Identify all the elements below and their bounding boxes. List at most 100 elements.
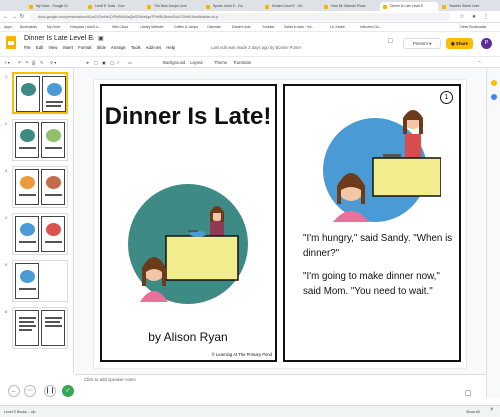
- transition-button[interactable]: Transition: [233, 59, 251, 66]
- browser-tab-active[interactable]: Dinner is Late Level E: [380, 2, 438, 11]
- reload-icon[interactable]: ↻: [18, 13, 26, 21]
- star-icon[interactable]: ☆: [90, 35, 95, 42]
- bookmark-item[interactable]: Other Bookmarks: [460, 24, 486, 31]
- document-title[interactable]: Dinner Is Late Level E: [24, 35, 93, 42]
- comment-add-icon[interactable]: ▭: [128, 59, 132, 66]
- bookmark-item[interactable]: Eastern Arts: [232, 24, 250, 31]
- menu-slide[interactable]: Slide: [97, 45, 106, 50]
- bookmark-item[interactable]: Interview Gu...: [360, 24, 382, 31]
- move-folder-icon[interactable]: ▣: [98, 35, 104, 42]
- slide-number: 1: [5, 74, 8, 79]
- slides-icon: [324, 4, 328, 9]
- browser-tab[interactable]: Kristen Level E - Go: [262, 2, 320, 11]
- last-edit-link[interactable]: Last edit was made 2 days ago by Bonnie …: [211, 45, 301, 50]
- browser-tab[interactable]: Sports Level E - Go: [203, 2, 261, 11]
- done-check-icon[interactable]: ✓: [62, 385, 74, 397]
- slide-number: 3: [5, 168, 8, 173]
- download-item[interactable]: Level E Books ...zip: [4, 408, 74, 416]
- bookmark-item[interactable]: Calendar: [207, 24, 221, 31]
- back-control-icon[interactable]: ←: [8, 385, 20, 397]
- bookmark-item[interactable]: Bookmarks: [20, 24, 37, 31]
- bookmark-item[interactable]: Lit, Kindle: [330, 24, 345, 31]
- bookmark-item[interactable]: My Drive: [47, 24, 60, 31]
- close-icon[interactable]: ×: [490, 407, 494, 413]
- menu-edit[interactable]: Edit: [36, 45, 43, 50]
- browser-tab[interactable]: Level E Tools - Goo: [85, 2, 143, 11]
- background-button[interactable]: Background: [163, 59, 185, 66]
- forward-icon[interactable]: →: [10, 13, 18, 21]
- bookmark-item[interactable]: Hotspace | Adult Li...: [70, 24, 101, 31]
- slide-thumbnail[interactable]: [12, 119, 68, 161]
- menu-view[interactable]: View: [48, 45, 57, 50]
- image-icon[interactable]: ▣: [102, 59, 106, 66]
- slide[interactable]: Dinner Is Late! by Alison Ryan © Learnin…: [94, 80, 466, 368]
- menu-format[interactable]: Format: [78, 45, 91, 50]
- shape-icon[interactable]: ◯: [110, 59, 115, 66]
- bookmark-item[interactable]: Safari in dark - Ha...: [284, 24, 314, 31]
- browser-tab[interactable]: Teacher Sheet Leve: [439, 2, 497, 11]
- theme-button[interactable]: Theme: [214, 59, 227, 66]
- browser-tab[interactable]: My Drive - Google Dr: [26, 2, 84, 11]
- keep-icon[interactable]: [491, 80, 497, 86]
- show-all-button[interactable]: Show All: [466, 408, 480, 416]
- back-icon[interactable]: ←: [2, 13, 10, 21]
- tasks-icon[interactable]: [491, 94, 497, 100]
- share-button[interactable]: ◉ Share: [446, 38, 473, 49]
- story-text-1[interactable]: "I'm hungry," said Sandy. "When is dinne…: [303, 232, 453, 261]
- speaker-notes-placeholder[interactable]: Click to add speaker notes: [84, 377, 136, 382]
- new-slide-icon[interactable]: + ▾: [4, 59, 10, 66]
- cover-title[interactable]: Dinner Is Late!: [102, 102, 274, 131]
- story-text-2[interactable]: "I'm going to make dinner now," said Mom…: [303, 270, 453, 299]
- star-icon[interactable]: ☆: [458, 13, 466, 21]
- slide-thumbnail[interactable]: [12, 166, 68, 208]
- redo-icon[interactable]: ↷: [25, 59, 29, 66]
- explore-icon[interactable]: ▢: [465, 389, 472, 397]
- bookmark-item[interactable]: Library Website: [140, 24, 164, 31]
- menu-tools[interactable]: Tools: [131, 45, 141, 50]
- menu-addons[interactable]: Add-ons: [146, 45, 162, 50]
- url-field[interactable]: docs.google.com/presentation/d/1w2V2mHeQ…: [30, 13, 450, 21]
- present-button[interactable]: Present ▾: [403, 38, 441, 49]
- line-icon[interactable]: ∕: [118, 59, 119, 66]
- bookmark-item[interactable]: Apps: [4, 24, 12, 31]
- cover-author[interactable]: by Alison Ryan: [102, 330, 274, 344]
- layout-button[interactable]: Layout: [190, 59, 203, 66]
- browser-tab[interactable]: The Best Jumps Leve: [144, 2, 202, 11]
- chevron-up-icon[interactable]: ⌃: [478, 59, 482, 66]
- cover-page[interactable]: Dinner Is Late! by Alison Ryan © Learnin…: [100, 84, 277, 362]
- thumb-text-line: [45, 317, 62, 319]
- zoom-icon[interactable]: ⚲ ▾: [50, 59, 56, 66]
- options-control-icon[interactable]: ⋯: [24, 385, 36, 397]
- slide-thumbnail[interactable]: [12, 260, 68, 302]
- menu-icon[interactable]: ⋮: [482, 13, 490, 21]
- menu-insert[interactable]: Insert: [63, 45, 73, 50]
- menu-arrange[interactable]: Arrange: [111, 45, 126, 50]
- menu-help[interactable]: Help: [166, 45, 175, 50]
- speaker-notes-area[interactable]: [75, 374, 486, 388]
- story-page[interactable]: 1 "I'm hungry," said Sandy. "When is din…: [283, 84, 461, 362]
- bookmark-item[interactable]: Coffee & Jumps: [174, 24, 198, 31]
- slide-thumbnail[interactable]: [12, 213, 68, 255]
- slide-thumbnail[interactable]: [12, 307, 68, 349]
- extensions-icon[interactable]: ●: [470, 13, 478, 21]
- print-icon[interactable]: ⎙: [32, 59, 35, 66]
- textbox-icon[interactable]: ▢: [94, 59, 98, 66]
- browser-tab[interactable]: How Mr. Mancini Plans: [321, 2, 379, 11]
- menu-bar: File Edit View Insert Format Slide Arran…: [24, 45, 179, 50]
- cover-credit[interactable]: © Learning At The Primary Pond: [212, 352, 272, 357]
- select-cursor-icon[interactable]: ➤: [86, 59, 90, 66]
- comments-icon[interactable]: □: [388, 38, 392, 45]
- story-illustration: [323, 110, 441, 222]
- paint-format-icon[interactable]: ✎: [40, 59, 44, 66]
- thumb-page: [41, 310, 65, 346]
- slides-logo-icon[interactable]: [6, 36, 16, 49]
- avatar[interactable]: P: [481, 38, 492, 49]
- bookmark-item[interactable]: Wiki Cloud: [112, 24, 128, 31]
- menu-file[interactable]: File: [24, 45, 31, 50]
- slide-thumbnail-selected[interactable]: [12, 72, 68, 114]
- thumb-text-line: [19, 241, 36, 243]
- bookmark-item[interactable]: Youtube: [262, 24, 274, 31]
- page-number[interactable]: 1: [440, 91, 453, 104]
- pause-control-icon[interactable]: ❙❙: [44, 385, 56, 397]
- undo-icon[interactable]: ↶: [18, 59, 22, 66]
